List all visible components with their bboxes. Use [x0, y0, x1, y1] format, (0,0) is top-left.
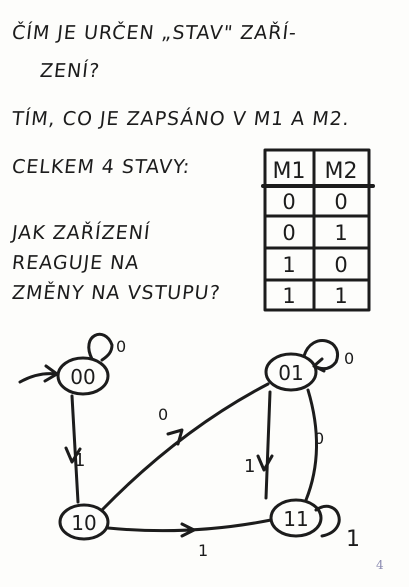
state-diagram: 00 01 10 11 0 0 1 1 0 1 1 0 — [18, 332, 360, 560]
transition-label-11-01: 0 — [314, 429, 324, 448]
page-number: 4 — [376, 558, 384, 572]
transition-label-10-01: 0 — [158, 405, 168, 424]
self-loop-01 — [302, 339, 339, 371]
state-label-11: 11 — [283, 507, 308, 531]
transition-01-to-11-arrowhead — [256, 454, 274, 472]
loop-label-00: 0 — [116, 337, 126, 356]
transition-10-to-01 — [100, 382, 270, 512]
loop-label-11: 1 — [346, 527, 360, 552]
state-label-10: 10 — [71, 511, 96, 535]
transition-01-to-11 — [264, 390, 272, 500]
self-loop-00 — [87, 332, 114, 362]
transition-10-to-01-arrowhead — [166, 428, 184, 446]
state-label-00: 00 — [70, 365, 95, 389]
loop-label-01: 0 — [344, 349, 354, 368]
state-label-01: 01 — [278, 361, 303, 385]
transition-label-10-11: 1 — [198, 541, 208, 560]
transition-00-to-10 — [70, 394, 80, 504]
handwritten-page: ČÍM JE URČEN „STAV" ZAŘÍ- ZENÍ? TÍM, CO … — [0, 0, 409, 587]
transition-label-00-10: 1 — [74, 450, 85, 471]
transition-label-01-11: 1 — [244, 456, 255, 477]
